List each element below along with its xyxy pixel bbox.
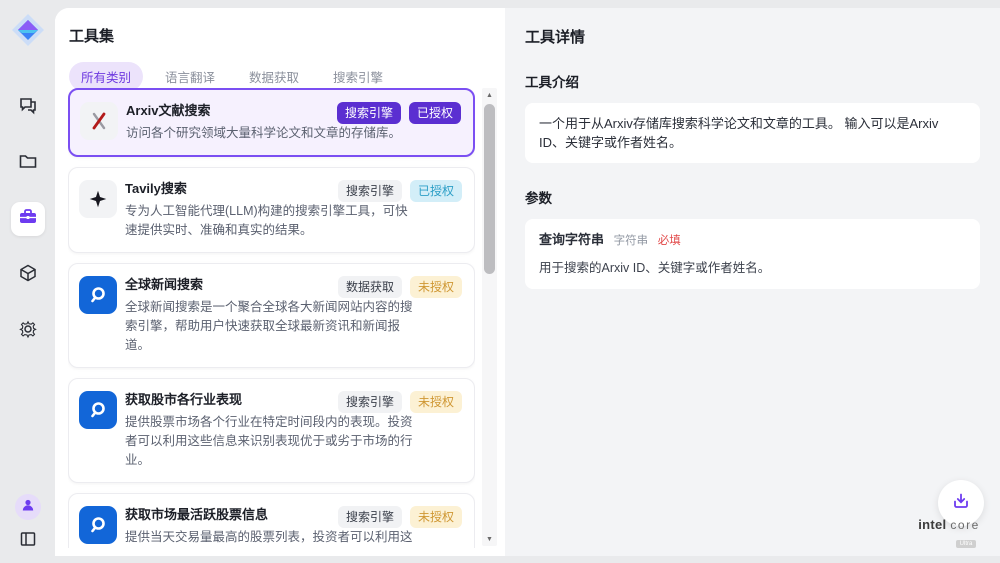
user-avatar[interactable]: [15, 494, 41, 520]
category-tabs: 所有类别 语言翻译 数据获取 搜索引擎: [69, 62, 505, 91]
page-title: 工具集: [69, 25, 505, 46]
category-badge: 搜索引擎: [338, 391, 402, 413]
toolset-pane: 工具集 所有类别 语言翻译 数据获取 搜索引擎 Arxiv文献搜索 访问各个研究…: [55, 8, 505, 556]
left-rail: [0, 0, 55, 563]
intro-text-box: 一个用于从Arxiv存储库搜索科学论文和文章的工具。 输入可以是Arxiv ID…: [525, 103, 980, 163]
juhe-search-icon: [79, 506, 117, 544]
tool-card-global-news[interactable]: 全球新闻搜索 全球新闻搜索是一个聚合全球各大新闻网站内容的搜索引擎，帮助用户快速…: [68, 263, 475, 368]
category-badge: 搜索引擎: [338, 180, 402, 202]
tab-data-fetch[interactable]: 数据获取: [237, 62, 311, 91]
list-scrollbar[interactable]: ▲ ▼: [482, 88, 497, 546]
rail-nav: [11, 90, 45, 348]
param-type: 字符串: [614, 235, 649, 247]
tool-list: Arxiv文献搜索 访问各个研究领域大量科学论文和文章的存储库。 搜索引擎 已授…: [68, 88, 475, 548]
cube-icon: [18, 263, 38, 288]
param-header: 查询字符串 字符串 必填: [539, 230, 966, 251]
ultra-badge: Ultra: [956, 540, 977, 548]
detail-title: 工具详情: [525, 26, 980, 47]
tool-detail-pane: 工具详情 工具介绍 一个用于从Arxiv存储库搜索科学论文和文章的工具。 输入可…: [505, 8, 1000, 556]
sidebar-item-settings[interactable]: [11, 314, 45, 348]
intel-wordmark: intel: [918, 517, 946, 532]
core-wordmark: core: [950, 518, 979, 532]
category-badge: 搜索引擎: [337, 102, 401, 124]
tool-description: 专为人工智能代理(LLM)构建的搜索引擎工具，可快速提供实时、准确和真实的结果。: [125, 202, 462, 240]
gear-icon: [18, 319, 38, 344]
tab-translation[interactable]: 语言翻译: [153, 62, 227, 91]
person-icon: [20, 497, 36, 518]
scroll-up-arrow-icon[interactable]: ▲: [482, 88, 497, 102]
intro-heading: 工具介绍: [525, 71, 980, 91]
tool-description: 提供当天交易量最高的股票列表，投资者可以利用这些信息来识别流动性强的股票和潜在的…: [125, 528, 462, 548]
arxiv-logo-icon: [80, 102, 118, 140]
auth-status-badge: 未授权: [410, 276, 462, 298]
tool-card-arxiv[interactable]: Arxiv文献搜索 访问各个研究领域大量科学论文和文章的存储库。 搜索引擎 已授…: [68, 88, 475, 157]
juhe-search-icon: [79, 276, 117, 314]
collapse-sidebar-button[interactable]: [19, 530, 37, 553]
layout-panel-icon: [19, 535, 37, 552]
app-logo: [10, 12, 46, 48]
tab-search-engine[interactable]: 搜索引擎: [321, 62, 395, 91]
auth-status-badge: 已授权: [409, 102, 461, 124]
auth-status-badge: 未授权: [410, 391, 462, 413]
auth-status-badge: 已授权: [410, 180, 462, 202]
scrollbar-thumb[interactable]: [484, 104, 495, 274]
tool-description: 提供股票市场各个行业在特定时间段内的表现。投资者可以利用这些信息来识别表现优于或…: [125, 413, 462, 470]
rail-bottom: [0, 494, 55, 553]
folder-icon: [18, 151, 38, 176]
params-heading: 参数: [525, 187, 980, 207]
briefcase-icon: [18, 207, 38, 232]
tool-card-active-stocks[interactable]: 获取市场最活跃股票信息 提供当天交易量最高的股票列表，投资者可以利用这些信息来识…: [68, 493, 475, 548]
tool-description: 全球新闻搜索是一个聚合全球各大新闻网站内容的搜索引擎，帮助用户快速获取全球最新资…: [125, 298, 462, 355]
tavily-star-icon: [79, 180, 117, 218]
category-badge: 数据获取: [338, 276, 402, 298]
download-icon: [951, 491, 971, 516]
sidebar-item-toolbox[interactable]: [11, 202, 45, 236]
tool-card-stock-sectors[interactable]: 获取股市各行业表现 提供股票市场各个行业在特定时间段内的表现。投资者可以利用这些…: [68, 378, 475, 483]
auth-status-badge: 未授权: [410, 506, 462, 528]
chat-icon: [18, 95, 38, 120]
sidebar-item-chat[interactable]: [11, 90, 45, 124]
category-badge: 搜索引擎: [338, 506, 402, 528]
param-card: 查询字符串 字符串 必填 用于搜索的Arxiv ID、关键字或作者姓名。: [525, 219, 980, 289]
tab-all-categories[interactable]: 所有类别: [69, 62, 143, 91]
param-description: 用于搜索的Arxiv ID、关键字或作者姓名。: [539, 259, 966, 278]
intro-text: 一个用于从Arxiv存储库搜索科学论文和文章的工具。 输入可以是Arxiv ID…: [539, 116, 938, 150]
param-required-badge: 必填: [658, 235, 681, 247]
param-name: 查询字符串: [539, 232, 604, 247]
sidebar-item-models[interactable]: [11, 258, 45, 292]
intel-core-logo: intel core Ultra: [914, 517, 984, 550]
tool-card-tavily[interactable]: Tavily搜索 专为人工智能代理(LLM)构建的搜索引擎工具，可快速提供实时、…: [68, 167, 475, 253]
juhe-search-icon: [79, 391, 117, 429]
scroll-down-arrow-icon[interactable]: ▼: [482, 532, 497, 546]
tool-description: 访问各个研究领域大量科学论文和文章的存储库。: [126, 124, 461, 143]
sidebar-item-files[interactable]: [11, 146, 45, 180]
main-panel: 工具集 所有类别 语言翻译 数据获取 搜索引擎 Arxiv文献搜索 访问各个研究…: [55, 8, 1000, 556]
